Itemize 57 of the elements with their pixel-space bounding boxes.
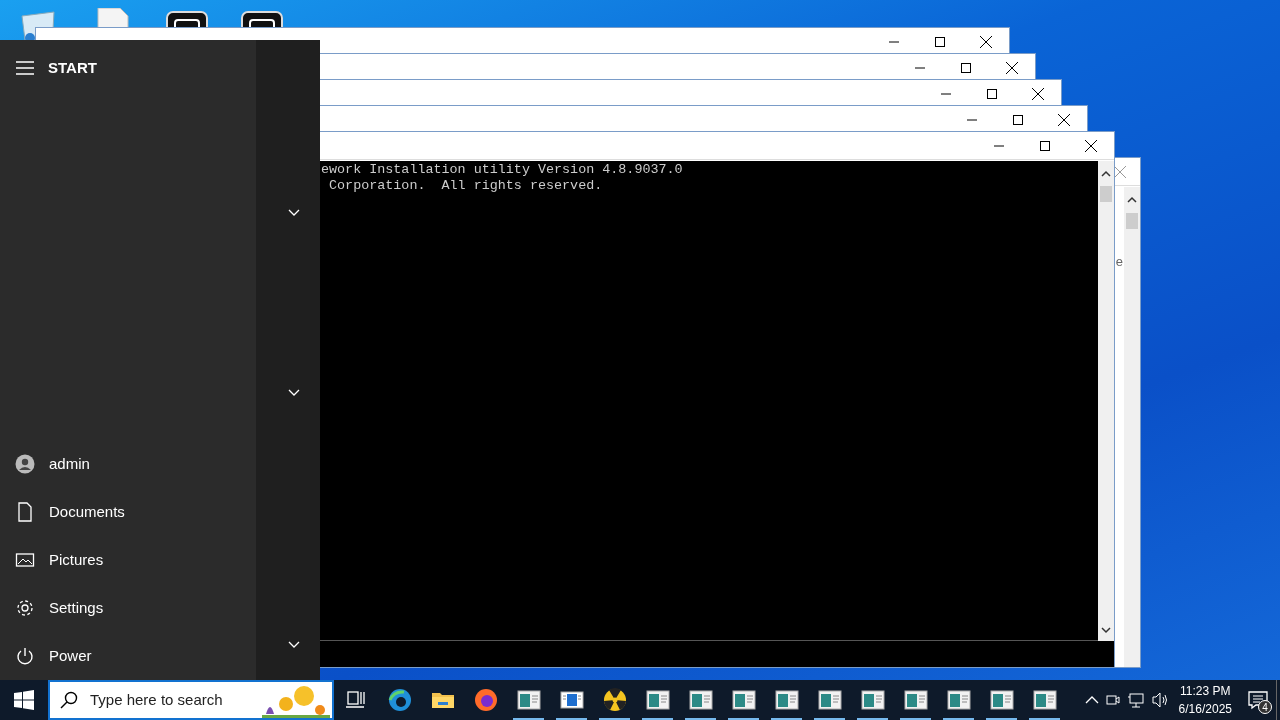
app-window-icon[interactable] bbox=[817, 688, 842, 712]
maximize-icon bbox=[1040, 141, 1050, 151]
user-icon bbox=[15, 454, 35, 474]
power-icon bbox=[15, 646, 35, 666]
app-window-icon[interactable] bbox=[688, 688, 713, 712]
close-icon bbox=[1114, 166, 1126, 178]
windows-logo-icon bbox=[14, 690, 34, 710]
app-window-icon[interactable] bbox=[860, 688, 885, 712]
start-title: START bbox=[48, 57, 97, 78]
app-window-icon[interactable] bbox=[903, 688, 928, 712]
app-window-icon[interactable] bbox=[1032, 688, 1057, 712]
document-icon bbox=[15, 502, 35, 522]
scrollbar[interactable] bbox=[1098, 161, 1114, 641]
close-icon bbox=[1006, 62, 1018, 74]
app-window-icon[interactable] bbox=[731, 688, 756, 712]
start-menu-item[interactable]: Documents bbox=[0, 488, 256, 536]
maximize-icon bbox=[987, 89, 997, 99]
scrollbar[interactable] bbox=[1124, 187, 1140, 667]
start-menu-item[interactable]: admin bbox=[0, 440, 256, 488]
start-menu-item[interactable]: Pictures bbox=[0, 536, 256, 584]
radiation-icon[interactable] bbox=[602, 688, 627, 712]
scroll-thumb[interactable] bbox=[1100, 186, 1112, 202]
app-window-icon[interactable] bbox=[989, 688, 1014, 712]
close-icon bbox=[1032, 88, 1044, 100]
clock[interactable]: 11:23 PM 6/16/2025 bbox=[1170, 682, 1240, 718]
browser-icon[interactable] bbox=[387, 688, 412, 712]
app-window-icon[interactable] bbox=[645, 688, 670, 712]
chevron-up-icon[interactable] bbox=[1084, 695, 1099, 705]
app-window-icon[interactable] bbox=[559, 688, 584, 712]
picture-icon bbox=[15, 550, 35, 570]
notifications-button[interactable]: 4 bbox=[1240, 680, 1276, 720]
maximize-icon bbox=[935, 37, 945, 47]
close-icon bbox=[1085, 140, 1097, 152]
app-window-icon[interactable] bbox=[774, 688, 799, 712]
maximize-icon bbox=[961, 63, 971, 73]
chevron-down-icon[interactable] bbox=[288, 388, 300, 397]
message-icon bbox=[1248, 690, 1268, 710]
network-icon[interactable] bbox=[1126, 691, 1145, 709]
menu-icon[interactable] bbox=[16, 61, 34, 75]
settings-icon bbox=[15, 598, 35, 618]
close-icon bbox=[1058, 114, 1070, 126]
maximize-icon bbox=[1013, 115, 1023, 125]
start-menu-item[interactable]: Power bbox=[0, 632, 256, 680]
search-bar[interactable]: Type here to search bbox=[48, 680, 334, 720]
chevron-down-icon[interactable] bbox=[288, 640, 300, 649]
app-window-icon[interactable] bbox=[516, 688, 541, 712]
scroll-thumb[interactable] bbox=[1126, 213, 1138, 229]
close-icon bbox=[980, 36, 992, 48]
chevron-down-icon[interactable] bbox=[288, 208, 300, 217]
console-text: Corporation. All rights reserved. bbox=[328, 178, 603, 194]
notification-count: 4 bbox=[1258, 700, 1272, 714]
window-text: e bbox=[1115, 253, 1123, 271]
search-field[interactable]: Type here to search bbox=[88, 687, 258, 713]
app-window-icon[interactable] bbox=[946, 688, 971, 712]
search-icon bbox=[60, 691, 78, 709]
console-text: ework Installation utility Version 4.8.9037.0 bbox=[321, 162, 683, 178]
start-menu-item[interactable]: Settings bbox=[0, 584, 256, 632]
